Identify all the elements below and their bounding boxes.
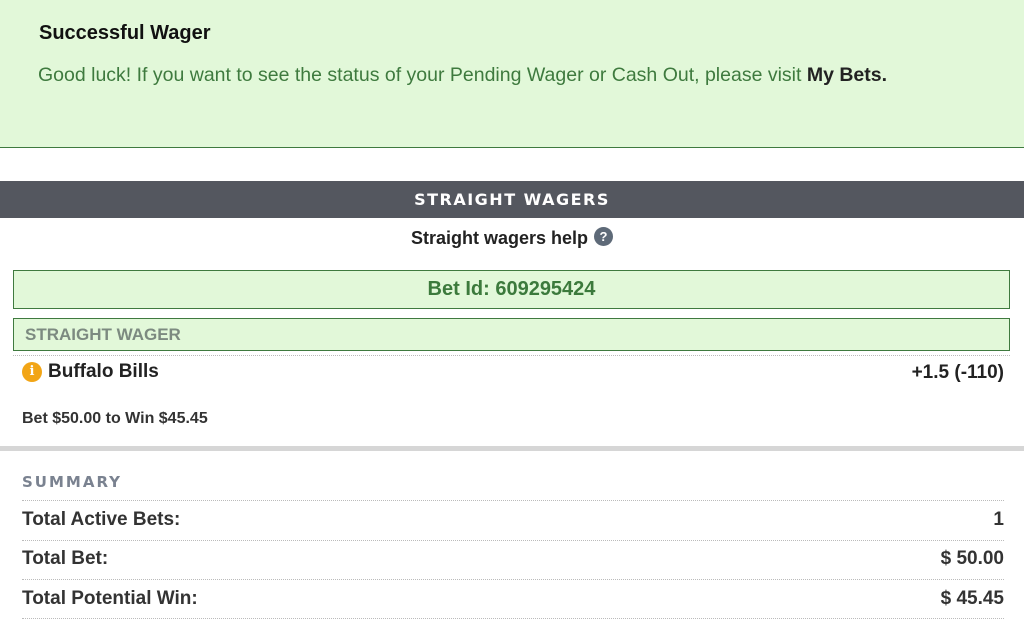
help-link-label: Straight wagers help xyxy=(410,228,589,248)
help-row: Straight wagers help ? xyxy=(0,227,1024,254)
success-title: Successful Wager xyxy=(39,22,211,44)
summary-label: SUMMARY xyxy=(22,473,123,491)
divider xyxy=(13,355,1010,356)
divider xyxy=(22,618,1004,619)
question-circle-icon[interactable]: ? xyxy=(594,227,614,246)
divider xyxy=(22,540,1004,541)
team-name: Buffalo Bills xyxy=(48,361,159,382)
info-icon[interactable]: i xyxy=(22,362,42,382)
success-message: Good luck! If you want to see the status… xyxy=(38,64,887,87)
summary-row-total-potential-win: Total Potential Win: $ 45.45 xyxy=(22,584,1004,612)
summary-row-value: $ 45.45 xyxy=(940,588,1004,609)
my-bets-link[interactable]: My Bets. xyxy=(807,64,887,86)
bet-id-box: Bet Id: 609295424 xyxy=(13,270,1010,309)
success-message-text: Good luck! If you want to see the status… xyxy=(38,64,807,86)
summary-row-label: Total Bet: xyxy=(22,548,109,569)
summary-row-total-bet: Total Bet: $ 50.00 xyxy=(22,544,1004,572)
bet-amount-text: Bet $50.00 to Win $45.45 xyxy=(22,410,208,427)
line-odds: +1.5 (-110) xyxy=(911,362,1004,383)
section-divider xyxy=(0,446,1024,451)
divider xyxy=(22,500,1004,501)
summary-row-label: Total Active Bets: xyxy=(22,509,181,530)
divider xyxy=(22,579,1004,580)
summary-row-label: Total Potential Win: xyxy=(22,588,198,609)
wager-type-label: STRAIGHT WAGER xyxy=(13,318,1010,351)
summary-row-total-active-bets: Total Active Bets: 1 xyxy=(22,505,1004,533)
success-banner: Successful Wager Good luck! If you want … xyxy=(0,0,1024,148)
summary-row-value: 1 xyxy=(993,509,1004,530)
straight-wagers-header: STRAIGHT WAGERS xyxy=(0,181,1024,218)
summary-row-value: $ 50.00 xyxy=(940,548,1004,569)
selection-row: i Buffalo Bills +1.5 (-110) xyxy=(22,360,1004,386)
straight-wagers-help-link[interactable]: Straight wagers help ? xyxy=(410,227,614,249)
